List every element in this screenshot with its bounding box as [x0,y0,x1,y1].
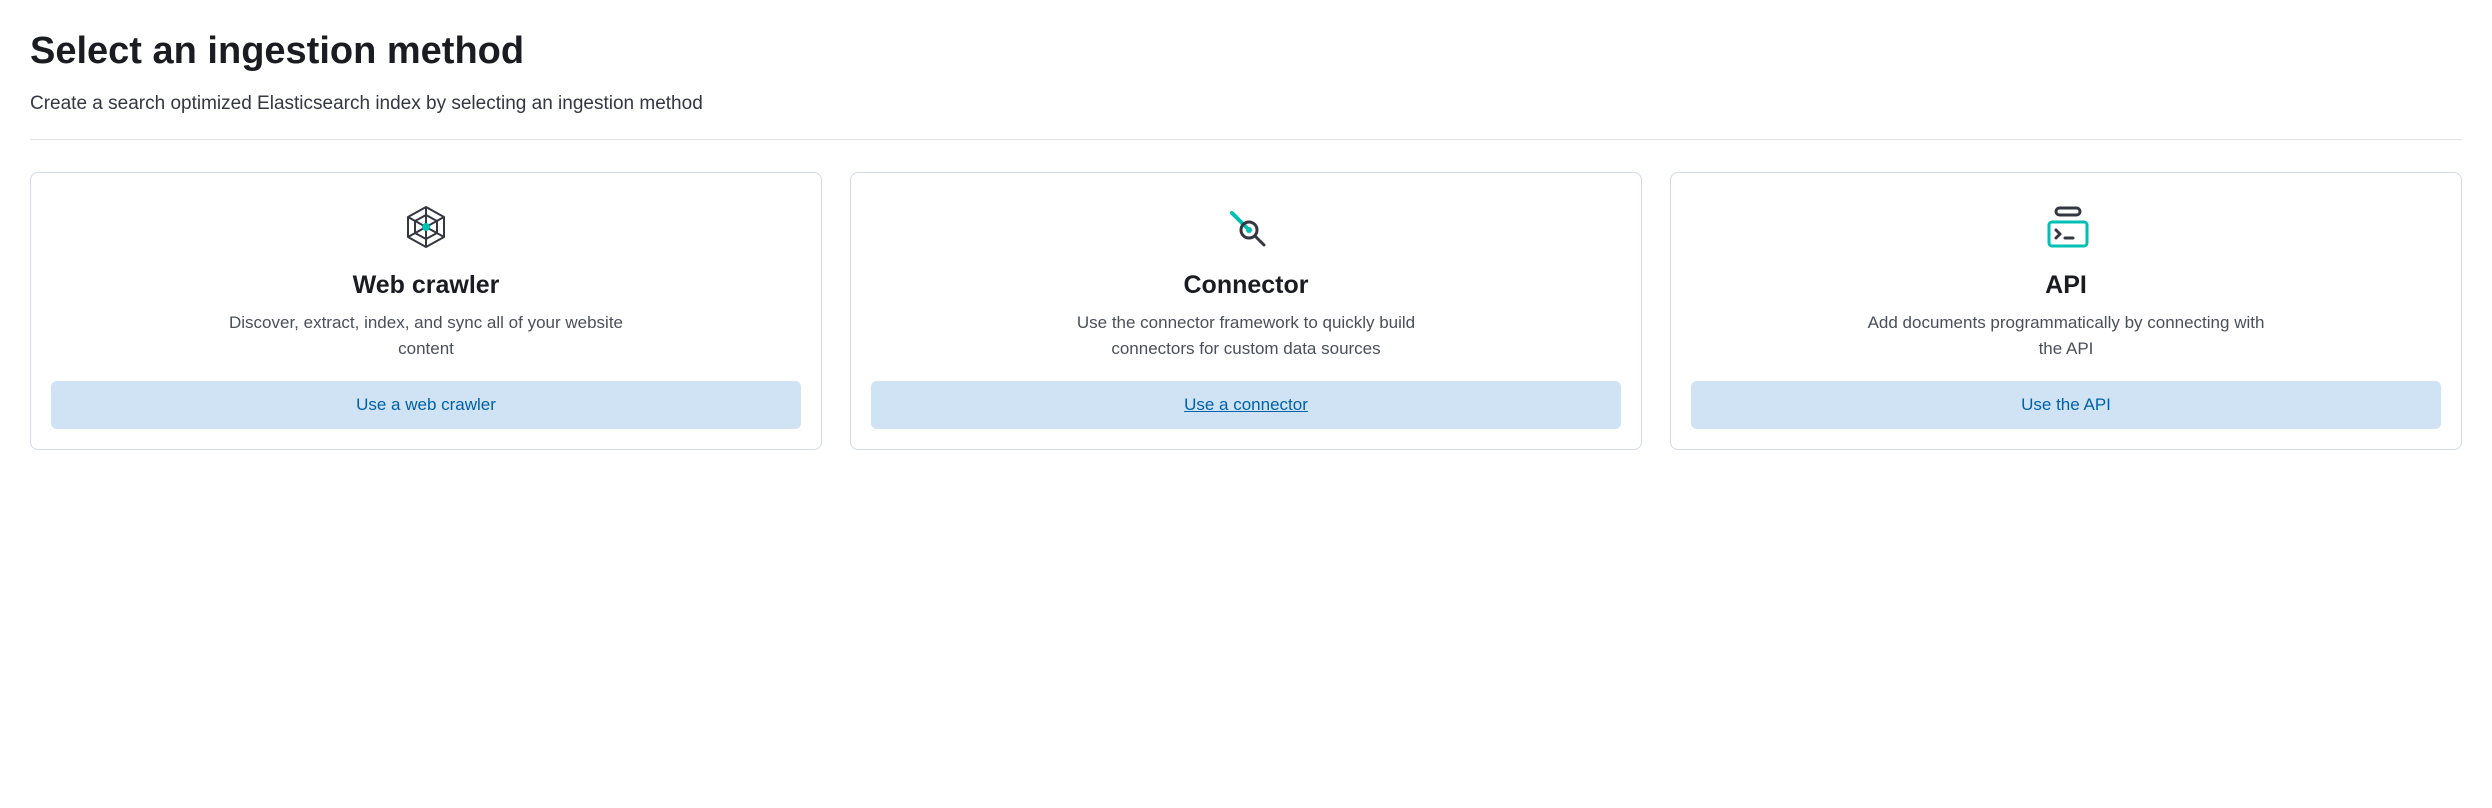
card-api: API Add documents programmatically by co… [1670,172,2462,450]
page-subtitle: Create a search optimized Elasticsearch … [30,93,2462,115]
card-title-connector: Connector [1184,271,1309,300]
ingestion-cards-row: Web crawler Discover, extract, index, an… [30,172,2462,450]
console-icon [2039,201,2093,253]
use-api-button[interactable]: Use the API [1691,381,2441,429]
card-web-crawler: Web crawler Discover, extract, index, an… [30,172,822,450]
use-connector-button[interactable]: Use a connector [871,381,1621,429]
spider-web-icon [402,201,450,253]
section-divider [30,139,2462,140]
card-connector: Connector Use the connector framework to… [850,172,1642,450]
connector-icon [1222,201,1270,253]
card-title-api: API [2045,271,2087,300]
card-description-web-crawler: Discover, extract, index, and sync all o… [216,310,636,361]
page-title: Select an ingestion method [30,30,2462,73]
card-title-web-crawler: Web crawler [353,271,500,300]
card-description-api: Add documents programmatically by connec… [1856,310,2276,361]
use-web-crawler-button[interactable]: Use a web crawler [51,381,801,429]
card-description-connector: Use the connector framework to quickly b… [1036,310,1456,361]
